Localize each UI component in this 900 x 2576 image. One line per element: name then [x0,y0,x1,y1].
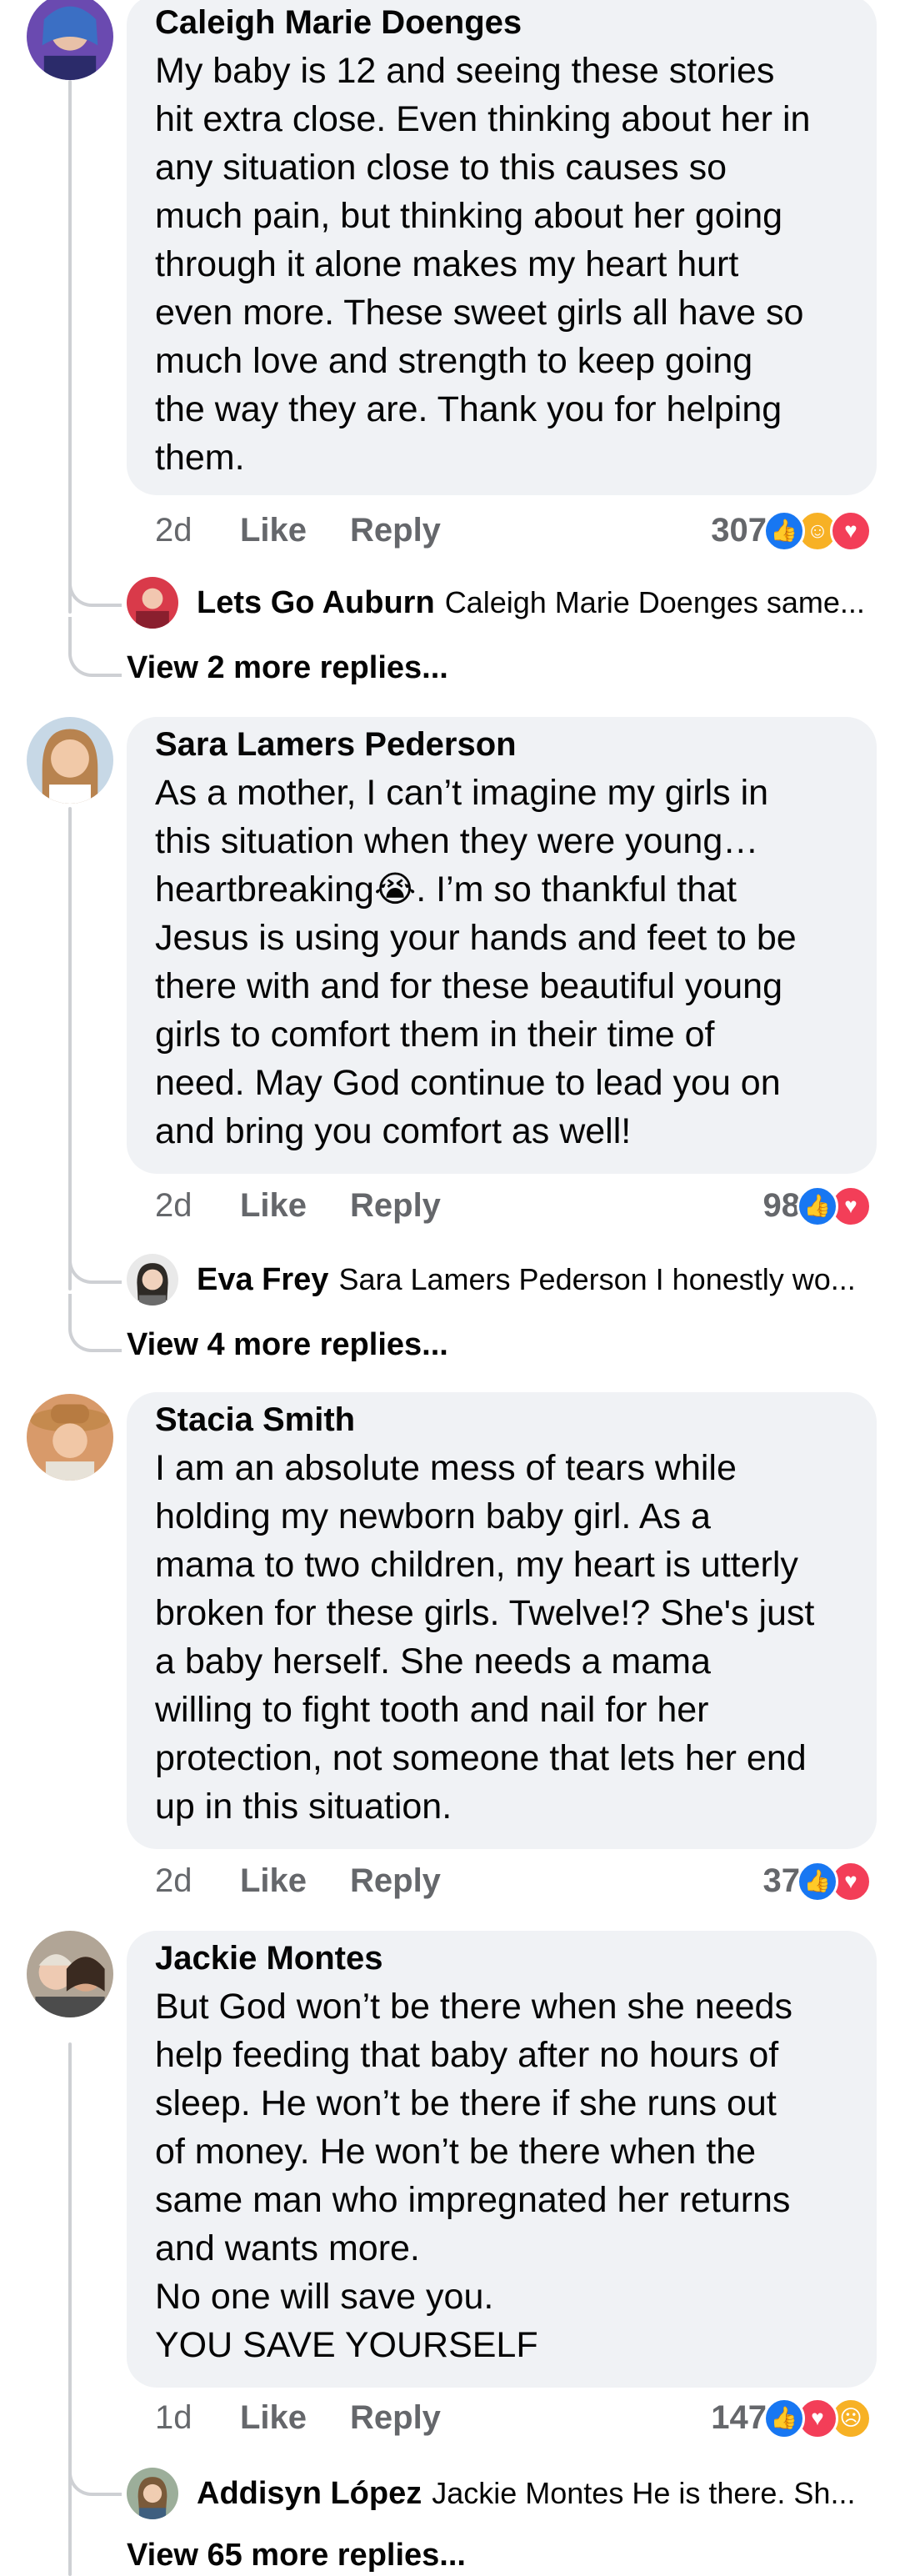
thread-connector [68,1242,122,1284]
like-button[interactable]: Like [240,1187,350,1225]
reply-text: Sara Lamers Pederson I honestly wo... [338,1262,856,1296]
comment-bubble: Sara Lamers Pederson As a mother, I can’… [127,717,877,1174]
thread-line [68,80,72,614]
comment-bubble: Jackie Montes But God won’t be there whe… [127,1931,877,2388]
comment-author[interactable]: Caleigh Marie Doenges [155,3,848,42]
avatar[interactable] [27,717,113,804]
reply-button[interactable]: Reply [350,1862,441,1900]
like-button[interactable]: Like [240,2399,350,2437]
reply-preview[interactable]: Lets Go Auburn Caleigh Marie Doenges sam… [127,577,877,629]
comment-actions: 2d Like Reply 98 👍 ♥ [155,1185,872,1227]
like-icon: 👍 [797,1185,838,1227]
reaction-summary[interactable]: 147 👍 ♥ ☹ [711,2397,872,2439]
reply-preview[interactable]: Addisyn López Jackie Montes He is there.… [127,2468,877,2519]
comment-bubble: Stacia Smith I am an absolute mess of te… [127,1392,877,1849]
like-icon: 👍 [763,2397,805,2439]
reaction-count: 37 [762,1862,801,1899]
reaction-summary[interactable]: 307 👍 ☺ ♥ [711,509,872,552]
reply-author: Lets Go Auburn [197,584,435,620]
reply-text: Caleigh Marie Doenges same... [444,585,865,619]
timestamp[interactable]: 2d [155,1862,240,1900]
reply-button[interactable]: Reply [350,1187,441,1225]
avatar [127,577,178,629]
reply-button[interactable]: Reply [350,2399,441,2437]
reply-author: Addisyn López [197,2475,422,2511]
thread-connector [68,1294,122,1352]
reply-button[interactable]: Reply [350,512,441,549]
like-button[interactable]: Like [240,1862,350,1900]
thread-connector [68,567,122,607]
comment-text: My baby is 12 and seeing these stories h… [155,51,811,478]
view-more-replies[interactable]: View 65 more replies... [127,2538,466,2573]
view-more-replies[interactable]: View 4 more replies... [127,1327,448,1363]
comment-text: I am an absolute mess of tears while hol… [155,1448,815,1827]
timestamp[interactable]: 1d [155,2399,240,2437]
avatar[interactable] [27,0,113,80]
like-button[interactable]: Like [240,512,350,549]
comment-author[interactable]: Sara Lamers Pederson [155,725,848,764]
reply-author: Eva Frey [197,1261,329,1297]
reply-preview[interactable]: Eva Frey Sara Lamers Pederson I honestly… [127,1254,877,1306]
avatar[interactable] [27,1394,113,1481]
comment-author[interactable]: Jackie Montes [155,1939,848,1977]
comment-text: But God won’t be there when she needs he… [155,1987,792,2365]
thread-connector [68,617,122,677]
comment-bubble: Caleigh Marie Doenges My baby is 12 and … [127,0,877,495]
like-icon: 👍 [763,509,805,552]
reaction-count: 147 [711,2399,767,2436]
reply-text: Jackie Montes He is there. Sh... [432,2476,856,2510]
reaction-summary[interactable]: 37 👍 ♥ [762,1860,872,1902]
timestamp[interactable]: 2d [155,512,240,549]
like-icon: 👍 [797,1860,838,1902]
comment-author[interactable]: Stacia Smith [155,1401,848,1439]
love-icon: ♥ [830,509,872,552]
avatar[interactable] [27,1931,113,2017]
comment-text: As a mother, I can’t imagine my girls in… [155,773,797,1151]
thread-connector [68,2451,122,2496]
reaction-summary[interactable]: 98 👍 ♥ [763,1185,872,1227]
reaction-count: 307 [711,512,767,549]
comment-actions: 1d Like Reply 147 👍 ♥ ☹ [155,2397,872,2439]
avatar [127,1254,178,1306]
timestamp[interactable]: 2d [155,1187,240,1225]
comment-actions: 2d Like Reply 307 👍 ☺ ♥ [155,509,872,552]
thread-line [68,807,72,1291]
avatar [127,2468,178,2519]
reaction-count: 98 [762,1187,801,1224]
thread-line [68,2042,72,2576]
view-more-replies[interactable]: View 2 more replies... [127,650,448,686]
comment-actions: 2d Like Reply 37 👍 ♥ [155,1860,872,1902]
